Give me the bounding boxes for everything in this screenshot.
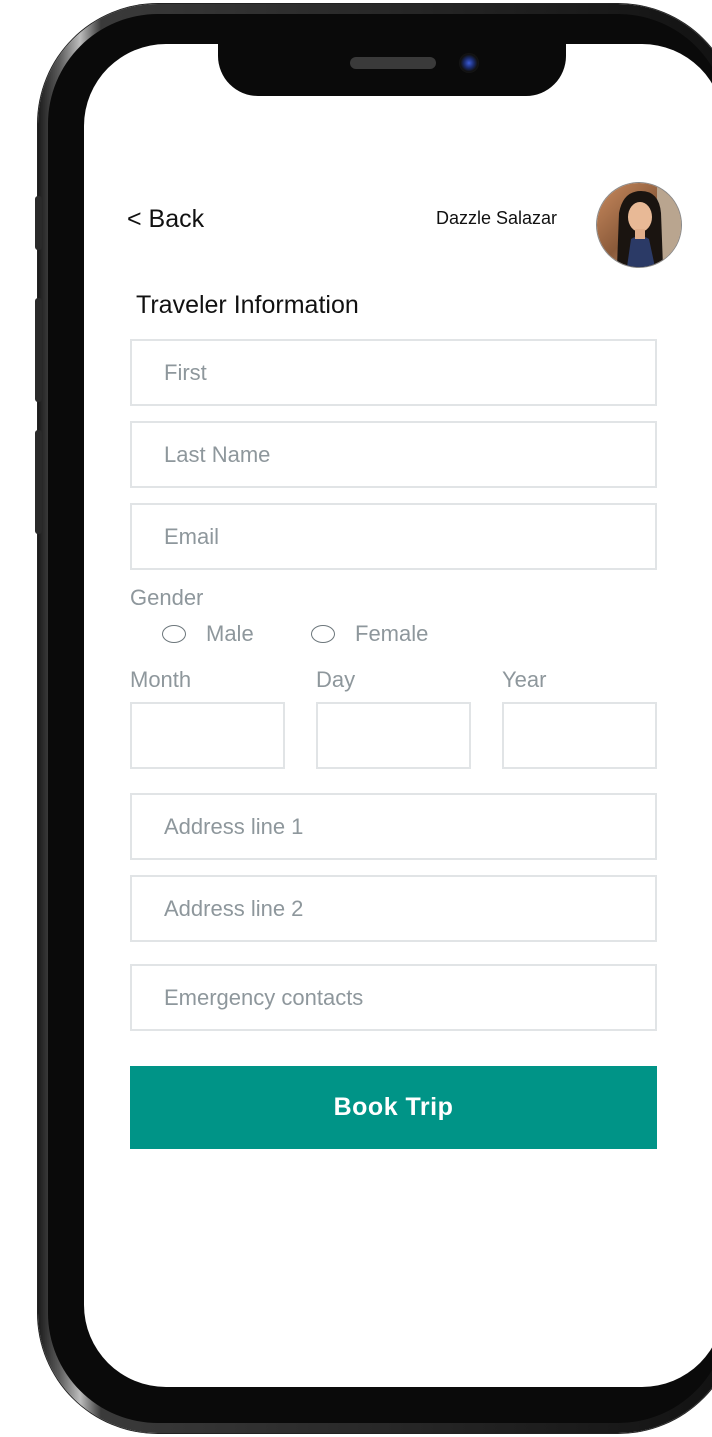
month-label: Month [130,667,192,692]
speaker-grille [350,57,436,69]
radio-circle-icon [311,625,335,643]
gender-label: Gender [130,585,204,610]
year-input[interactable] [502,702,657,769]
radio-circle-icon [162,625,186,643]
month-input[interactable] [130,702,285,769]
user-avatar-icon [597,183,681,267]
address-line-1-input[interactable] [130,793,657,860]
first-name-input[interactable] [130,339,657,406]
mute-switch [35,196,42,250]
gender-female-label: Female [355,621,429,646]
email-input[interactable] [130,503,657,570]
avatar[interactable] [597,183,681,267]
day-label: Day [316,667,356,692]
notch [218,44,566,96]
volume-down-button [35,430,42,534]
section-title: Traveler Information [136,291,359,319]
front-camera-icon [459,53,479,73]
back-button[interactable]: < Back [127,204,204,234]
gender-female-radio[interactable]: Female [311,620,428,648]
year-label: Year [502,667,547,692]
volume-up-button [35,298,42,402]
day-input[interactable] [316,702,471,769]
user-name: Dazzle Salazar [436,208,558,228]
gender-male-radio[interactable]: Male [162,620,254,648]
emergency-contacts-input[interactable] [130,964,657,1031]
gender-male-label: Male [206,621,254,646]
address-line-2-input[interactable] [130,875,657,942]
last-name-input[interactable] [130,421,657,488]
book-trip-button[interactable]: Book Trip [130,1066,657,1149]
